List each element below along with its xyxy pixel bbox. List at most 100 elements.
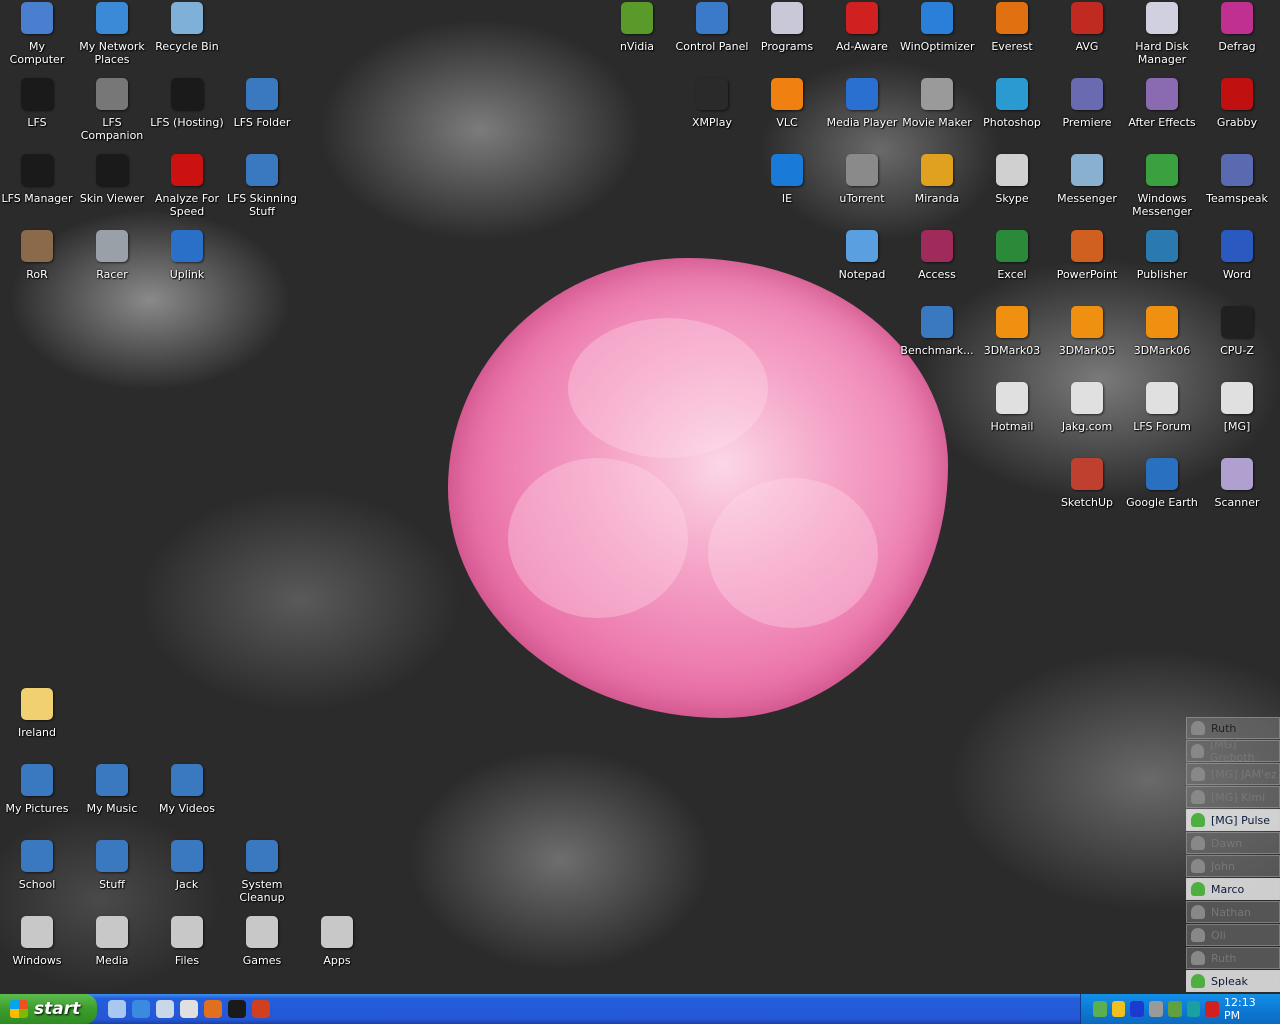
desktop-icon-windows[interactable]: Windows bbox=[0, 916, 74, 967]
desktop-icon-everest[interactable]: Everest bbox=[975, 2, 1049, 53]
contact-item[interactable]: Ruth bbox=[1186, 717, 1280, 739]
desktop-icon-access[interactable]: Access bbox=[900, 230, 974, 281]
desktop-icon-hard-disk-manager[interactable]: Hard Disk Manager bbox=[1125, 2, 1199, 66]
desktop-icon-jack[interactable]: Jack bbox=[150, 840, 224, 891]
desktop-icon-games[interactable]: Games bbox=[225, 916, 299, 967]
desktop-icon-jakg-com[interactable]: Jakg.com bbox=[1050, 382, 1124, 433]
desktop-icon-system-cleanup[interactable]: System Cleanup bbox=[225, 840, 299, 904]
desktop-icon-defrag[interactable]: Defrag bbox=[1200, 2, 1274, 53]
messenger-icon[interactable] bbox=[156, 1000, 174, 1018]
desktop-icon-school[interactable]: School bbox=[0, 840, 74, 891]
firefox-icon[interactable] bbox=[204, 1000, 222, 1018]
desktop-icon-my-computer[interactable]: My Computer bbox=[0, 2, 74, 66]
contact-item[interactable]: [MG] JAM'ez bbox=[1186, 763, 1280, 785]
clock[interactable]: 12:13 PM bbox=[1224, 996, 1268, 1022]
desktop-icon-windows-messenger[interactable]: Windows Messenger bbox=[1125, 154, 1199, 218]
network-icon[interactable] bbox=[252, 1000, 270, 1018]
msn-icon[interactable] bbox=[1093, 1001, 1107, 1017]
contact-item[interactable]: Dawn bbox=[1186, 832, 1280, 854]
contact-item[interactable]: [MG] Pulse bbox=[1186, 809, 1280, 831]
desktop-icon-utorrent[interactable]: uTorrent bbox=[825, 154, 899, 205]
desktop-icon-media[interactable]: Media bbox=[75, 916, 149, 967]
volume-icon[interactable] bbox=[1149, 1001, 1163, 1017]
desktop-icon-media-player[interactable]: Media Player bbox=[825, 78, 899, 129]
lfs-icon[interactable] bbox=[228, 1000, 246, 1018]
desktop-icon-mg[interactable]: [MG] bbox=[1200, 382, 1274, 433]
desktop-icon-recycle-bin[interactable]: Recycle Bin bbox=[150, 2, 224, 53]
network-icon[interactable] bbox=[1167, 1001, 1182, 1017]
desktop-icon-files[interactable]: Files bbox=[150, 916, 224, 967]
desktop-icon-skin-viewer[interactable]: Skin Viewer bbox=[75, 154, 149, 205]
aim-icon[interactable] bbox=[1111, 1001, 1126, 1017]
desktop-icon-analyze-for-speed[interactable]: Analyze For Speed bbox=[150, 154, 224, 218]
desktop-icon-powerpoint[interactable]: PowerPoint bbox=[1050, 230, 1124, 281]
desktop-icon-3dmark03[interactable]: 3DMark03 bbox=[975, 306, 1049, 357]
desktop-icon-publisher[interactable]: Publisher bbox=[1125, 230, 1199, 281]
contact-item[interactable]: Spleak bbox=[1186, 970, 1280, 992]
desktop-icon-cpu-z[interactable]: CPU-Z bbox=[1200, 306, 1274, 357]
desktop-icon-winoptimizer[interactable]: WinOptimizer bbox=[900, 2, 975, 53]
show-desktop-icon[interactable] bbox=[108, 1000, 126, 1018]
desktop-icon-word[interactable]: Word bbox=[1200, 230, 1274, 281]
desktop-icon-photoshop[interactable]: Photoshop bbox=[975, 78, 1049, 129]
desktop-icon-miranda[interactable]: Miranda bbox=[900, 154, 974, 205]
desktop-icon-my-music[interactable]: My Music bbox=[75, 764, 149, 815]
skype-alien-icon[interactable] bbox=[180, 1000, 198, 1018]
desktop-icon-3dmark05[interactable]: 3DMark05 bbox=[1050, 306, 1124, 357]
desktop-icon-ad-aware[interactable]: Ad-Aware bbox=[825, 2, 899, 53]
desktop-icon-movie-maker[interactable]: Movie Maker bbox=[900, 78, 974, 129]
desktop-icon-my-pictures[interactable]: My Pictures bbox=[0, 764, 74, 815]
internet-explorer-icon[interactable] bbox=[132, 1000, 150, 1018]
desktop-icon-lfs-manager[interactable]: LFS Manager bbox=[0, 154, 74, 205]
calendar-icon[interactable] bbox=[1130, 1001, 1145, 1017]
desktop-icon-ror[interactable]: RoR bbox=[0, 230, 74, 281]
desktop-icon-lfs-companion[interactable]: LFS Companion bbox=[75, 78, 149, 142]
desktop-icon-benchmark[interactable]: Benchmark... bbox=[900, 306, 974, 357]
desktop-icon-messenger[interactable]: Messenger bbox=[1050, 154, 1124, 205]
desktop-icon-nvidia[interactable]: nVidia bbox=[600, 2, 674, 53]
desktop-icon-lfs-hosting[interactable]: LFS (Hosting) bbox=[150, 78, 224, 129]
desktop-icon-racer[interactable]: Racer bbox=[75, 230, 149, 281]
desktop-icon-3dmark06[interactable]: 3DMark06 bbox=[1125, 306, 1199, 357]
desktop-icon-excel[interactable]: Excel bbox=[975, 230, 1049, 281]
start-button[interactable]: start bbox=[0, 994, 97, 1024]
avg-icon[interactable] bbox=[1205, 1001, 1220, 1017]
desktop-icon-scanner[interactable]: Scanner bbox=[1200, 458, 1274, 509]
desktop-icon-uplink[interactable]: Uplink bbox=[150, 230, 224, 281]
desktop-icon-ireland[interactable]: Ireland bbox=[0, 688, 74, 739]
contact-item[interactable]: John bbox=[1186, 855, 1280, 877]
desktop-icon-avg[interactable]: AVG bbox=[1050, 2, 1124, 53]
desktop-icon-after-effects[interactable]: After Effects bbox=[1125, 78, 1199, 129]
desktop-icon-premiere[interactable]: Premiere bbox=[1050, 78, 1124, 129]
desktop-icon-label: Stuff bbox=[99, 878, 125, 891]
contact-item[interactable]: Oli bbox=[1186, 924, 1280, 946]
desktop-icon-xmplay[interactable]: XMPlay bbox=[675, 78, 749, 129]
contact-list: Ruth [MG] Greboth [MG] JAM'ez [MG] Kimi [MG]… bbox=[1186, 717, 1280, 993]
contact-item[interactable]: [MG] Kimi bbox=[1186, 786, 1280, 808]
desktop-icon-lfs-folder[interactable]: LFS Folder bbox=[225, 78, 299, 129]
desktop-icon-sketchup[interactable]: SketchUp bbox=[1050, 458, 1124, 509]
desktop-icon-control-panel[interactable]: Control Panel bbox=[675, 2, 749, 53]
utorrent-icon bbox=[846, 154, 878, 186]
desktop-icon-grabby[interactable]: Grabby bbox=[1200, 78, 1274, 129]
desktop-icon-ie[interactable]: IE bbox=[750, 154, 824, 205]
contact-item[interactable]: [MG] Greboth bbox=[1186, 738, 1280, 764]
logitech-icon[interactable] bbox=[1186, 1001, 1201, 1017]
contact-item[interactable]: Marco bbox=[1186, 878, 1280, 900]
desktop-icon-my-videos[interactable]: My Videos bbox=[150, 764, 224, 815]
desktop-icon-my-network-places[interactable]: My Network Places bbox=[75, 2, 149, 66]
desktop-icon-stuff[interactable]: Stuff bbox=[75, 840, 149, 891]
desktop-icon-lfs[interactable]: LFS bbox=[0, 78, 74, 129]
desktop-icon-skype[interactable]: Skype bbox=[975, 154, 1049, 205]
desktop-icon-notepad[interactable]: Notepad bbox=[825, 230, 899, 281]
contact-item[interactable]: Nathan bbox=[1186, 901, 1280, 923]
contact-item[interactable]: Ruth bbox=[1186, 947, 1280, 969]
desktop-icon-apps[interactable]: Apps bbox=[300, 916, 374, 967]
desktop-icon-vlc[interactable]: VLC bbox=[750, 78, 824, 129]
desktop-icon-lfs-forum[interactable]: LFS Forum bbox=[1125, 382, 1199, 433]
desktop-icon-teamspeak[interactable]: Teamspeak bbox=[1200, 154, 1274, 205]
desktop-icon-google-earth[interactable]: Google Earth bbox=[1125, 458, 1199, 509]
desktop-icon-hotmail[interactable]: Hotmail bbox=[975, 382, 1049, 433]
desktop-icon-programs[interactable]: Programs bbox=[750, 2, 824, 53]
desktop-icon-lfs-skinning-stuff[interactable]: LFS Skinning Stuff bbox=[225, 154, 299, 218]
